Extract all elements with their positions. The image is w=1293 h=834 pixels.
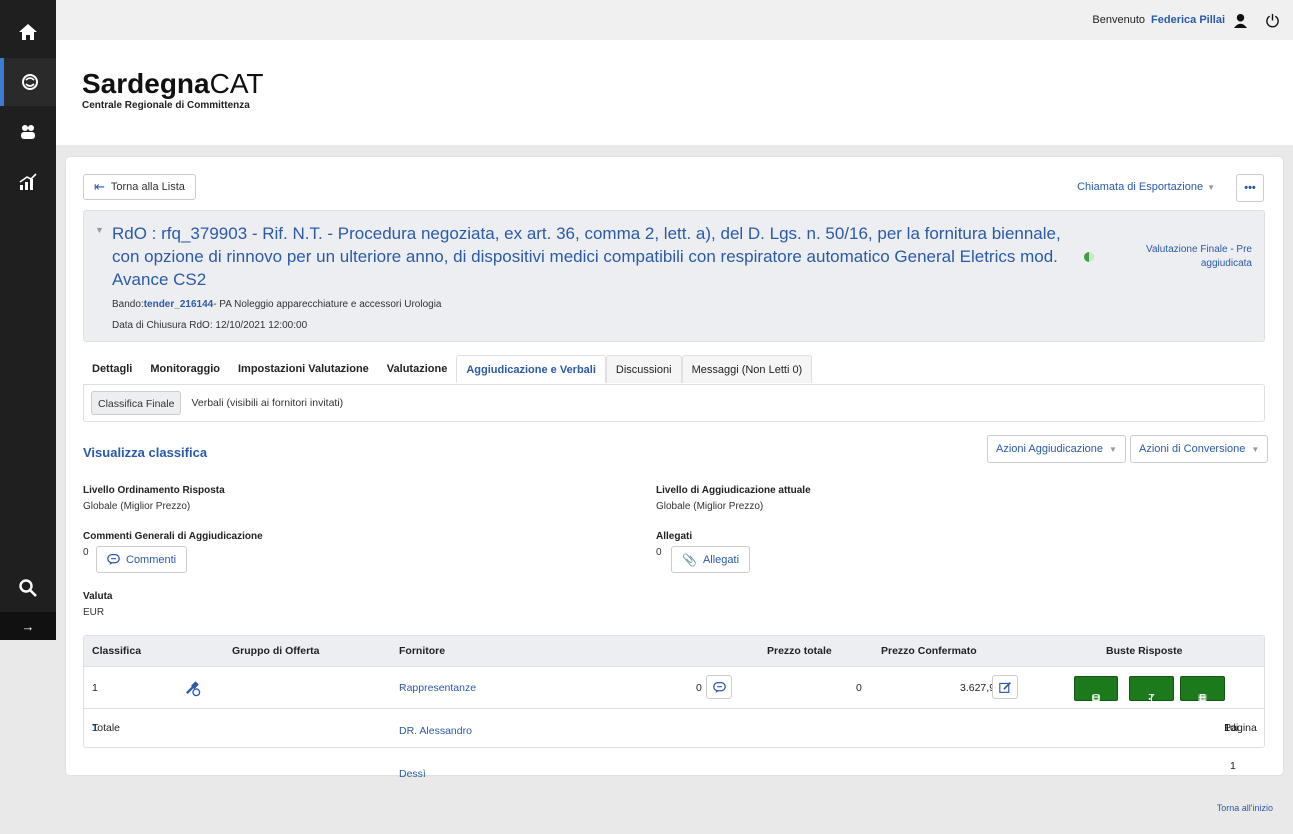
power-icon[interactable] <box>1263 11 1281 29</box>
tab-dettagli[interactable]: Dettagli <box>83 355 141 383</box>
table-row: 1 Rappresentanze DR. Alessandro Dessì ↗ … <box>84 666 1264 780</box>
tab-impostazioni-valutazione[interactable]: Impostazioni Valutazione <box>229 355 378 383</box>
expand-arrow-icon[interactable]: → <box>0 612 56 640</box>
allegati-count: 0 <box>656 547 662 558</box>
bando-link[interactable]: tender_216144 <box>144 299 214 310</box>
col-fornitore[interactable]: Fornitore <box>399 636 445 666</box>
valuta-label: Valuta <box>83 591 113 602</box>
busta-e-button[interactable]: ▦ E <box>1180 676 1225 704</box>
collapse-caret-icon[interactable]: ▼ <box>95 225 104 235</box>
ranking-table: Classifica Gruppo di Offerta Fornitore P… <box>83 635 1265 780</box>
status-text: Valutazione Finale - Pre aggiudicata <box>1146 244 1252 269</box>
sub-tabs: Classifica Finale Verbali (visibili ai f… <box>83 384 1265 422</box>
totale-count: Totale 1 <box>92 722 121 734</box>
tab-discussioni[interactable]: Discussioni <box>605 355 682 383</box>
row-messages-button[interactable] <box>706 675 732 699</box>
allegati-button[interactable]: 📎 Allegati <box>671 546 751 573</box>
livello-aggiudicazione-label: Livello di Aggiudicazione attuale <box>656 485 811 496</box>
commenti-button[interactable]: Commenti <box>96 546 188 573</box>
commenti-label: Commenti Generali di Aggiudicazione <box>83 531 263 542</box>
livello-aggiudicazione-value: Globale (Miglior Prezzo) <box>656 501 764 512</box>
tab-monitoraggio[interactable]: Monitoraggio <box>141 355 229 383</box>
valuta-value: EUR <box>83 607 105 618</box>
col-prezzo-confermato[interactable]: Prezzo Confermato <box>881 636 977 666</box>
commenti-count: 0 <box>83 547 89 558</box>
analytics-icon[interactable] <box>0 158 56 206</box>
azioni-aggiudicazione-dropdown[interactable]: Azioni Aggiudicazione ▼ <box>987 435 1126 463</box>
allegati-label: Allegati <box>656 531 693 542</box>
bando-line: Bando:tender_216144- PA Noleggio apparec… <box>112 299 442 310</box>
section-title: Visualizza classifica <box>83 445 208 460</box>
back-to-list-button[interactable]: ⇤ Torna alla Lista <box>83 174 196 200</box>
side-rail: → <box>0 0 56 640</box>
comment-icon <box>107 553 120 566</box>
main-tabs: Dettagli Monitoraggio Impostazioni Valut… <box>83 355 813 383</box>
procurement-icon[interactable] <box>0 58 56 106</box>
logo-subtitle: Centrale Regionale di Committenza <box>82 100 250 111</box>
users-icon[interactable] <box>0 108 56 156</box>
row-prezzo-totale: 0 <box>856 682 862 694</box>
rfq-header: ▼ RdO : rfq_379903 - Rif. N.T. - Procedu… <box>83 210 1265 342</box>
table-header: Classifica Gruppo di Offerta Fornitore P… <box>84 636 1264 666</box>
col-prezzo-totale[interactable]: Prezzo totale <box>767 636 832 666</box>
export-dropdown[interactable]: Chiamata di Esportazione ▼ <box>1077 181 1215 193</box>
col-gruppo-offerta[interactable]: Gruppo di Offerta <box>232 636 320 666</box>
paperclip-icon: 📎 <box>682 552 697 567</box>
top-bar: Benvenuto Federica Pillai <box>56 0 1293 40</box>
table-footer: Totale 1 Pagina 1 di 1 <box>84 709 1264 772</box>
pagination: Pagina 1 di 1 <box>1224 722 1257 772</box>
more-actions-button[interactable]: ••• <box>1236 174 1264 202</box>
livello-ordinamento-label: Livello Ordinamento Risposta <box>83 485 225 496</box>
home-icon[interactable] <box>0 8 56 56</box>
user-icon[interactable] <box>1231 11 1249 29</box>
back-arrow-icon: ⇤ <box>94 179 105 194</box>
logo-area: SardegnaCAT Centrale Regionale di Commit… <box>56 40 1293 145</box>
chevron-down-icon: ▼ <box>1251 444 1260 454</box>
rfq-title: RdO : rfq_379903 - Rif. N.T. - Procedura… <box>112 224 1061 289</box>
busta-t-button[interactable]: ✓ T <box>1129 676 1174 704</box>
livello-ordinamento-value: Globale (Miglior Prezzo) <box>83 501 191 512</box>
sardegnacat-logo[interactable]: SardegnaCAT Centrale Regionale di Commit… <box>82 70 264 112</box>
row-message-count: 0 <box>696 682 702 694</box>
status-indicator-icon <box>1084 252 1094 262</box>
back-to-top-link[interactable]: Torna all'inizio <box>1217 803 1273 813</box>
external-link-icon: ↗ <box>399 683 407 693</box>
busta-q-button[interactable]: ▤ Q <box>1074 676 1118 704</box>
closing-date: Data di Chiusura RdO: 12/10/2021 12:00:0… <box>112 320 308 331</box>
edit-price-button[interactable] <box>992 675 1018 699</box>
col-classifica[interactable]: Classifica <box>92 636 141 666</box>
subtab-verbali[interactable]: Verbali (visibili ai fornitori invitati) <box>185 391 349 415</box>
col-buste-risposte[interactable]: Buste Risposte <box>1106 636 1182 666</box>
edit-icon <box>998 681 1011 693</box>
row-classifica: 1 <box>92 682 98 694</box>
tab-messaggi[interactable]: Messaggi (Non Letti 0) <box>681 355 813 383</box>
user-name-link[interactable]: Federica Pillai <box>1151 14 1225 26</box>
search-icon[interactable] <box>0 564 56 612</box>
welcome-text: Benvenuto <box>1092 14 1146 26</box>
azioni-conversione-dropdown[interactable]: Azioni di Conversione ▼ <box>1130 435 1269 463</box>
chevron-down-icon: ▼ <box>1207 182 1215 192</box>
tab-valutazione[interactable]: Valutazione <box>378 355 457 383</box>
subtab-classifica-finale[interactable]: Classifica Finale <box>91 391 182 415</box>
main-card: ⇤ Torna alla Lista Chiamata di Esportazi… <box>66 157 1283 780</box>
tab-aggiudicazione-verbali[interactable]: Aggiudicazione e Verbali <box>456 355 606 383</box>
comment-icon <box>712 681 726 693</box>
chevron-down-icon: ▼ <box>1109 444 1117 454</box>
